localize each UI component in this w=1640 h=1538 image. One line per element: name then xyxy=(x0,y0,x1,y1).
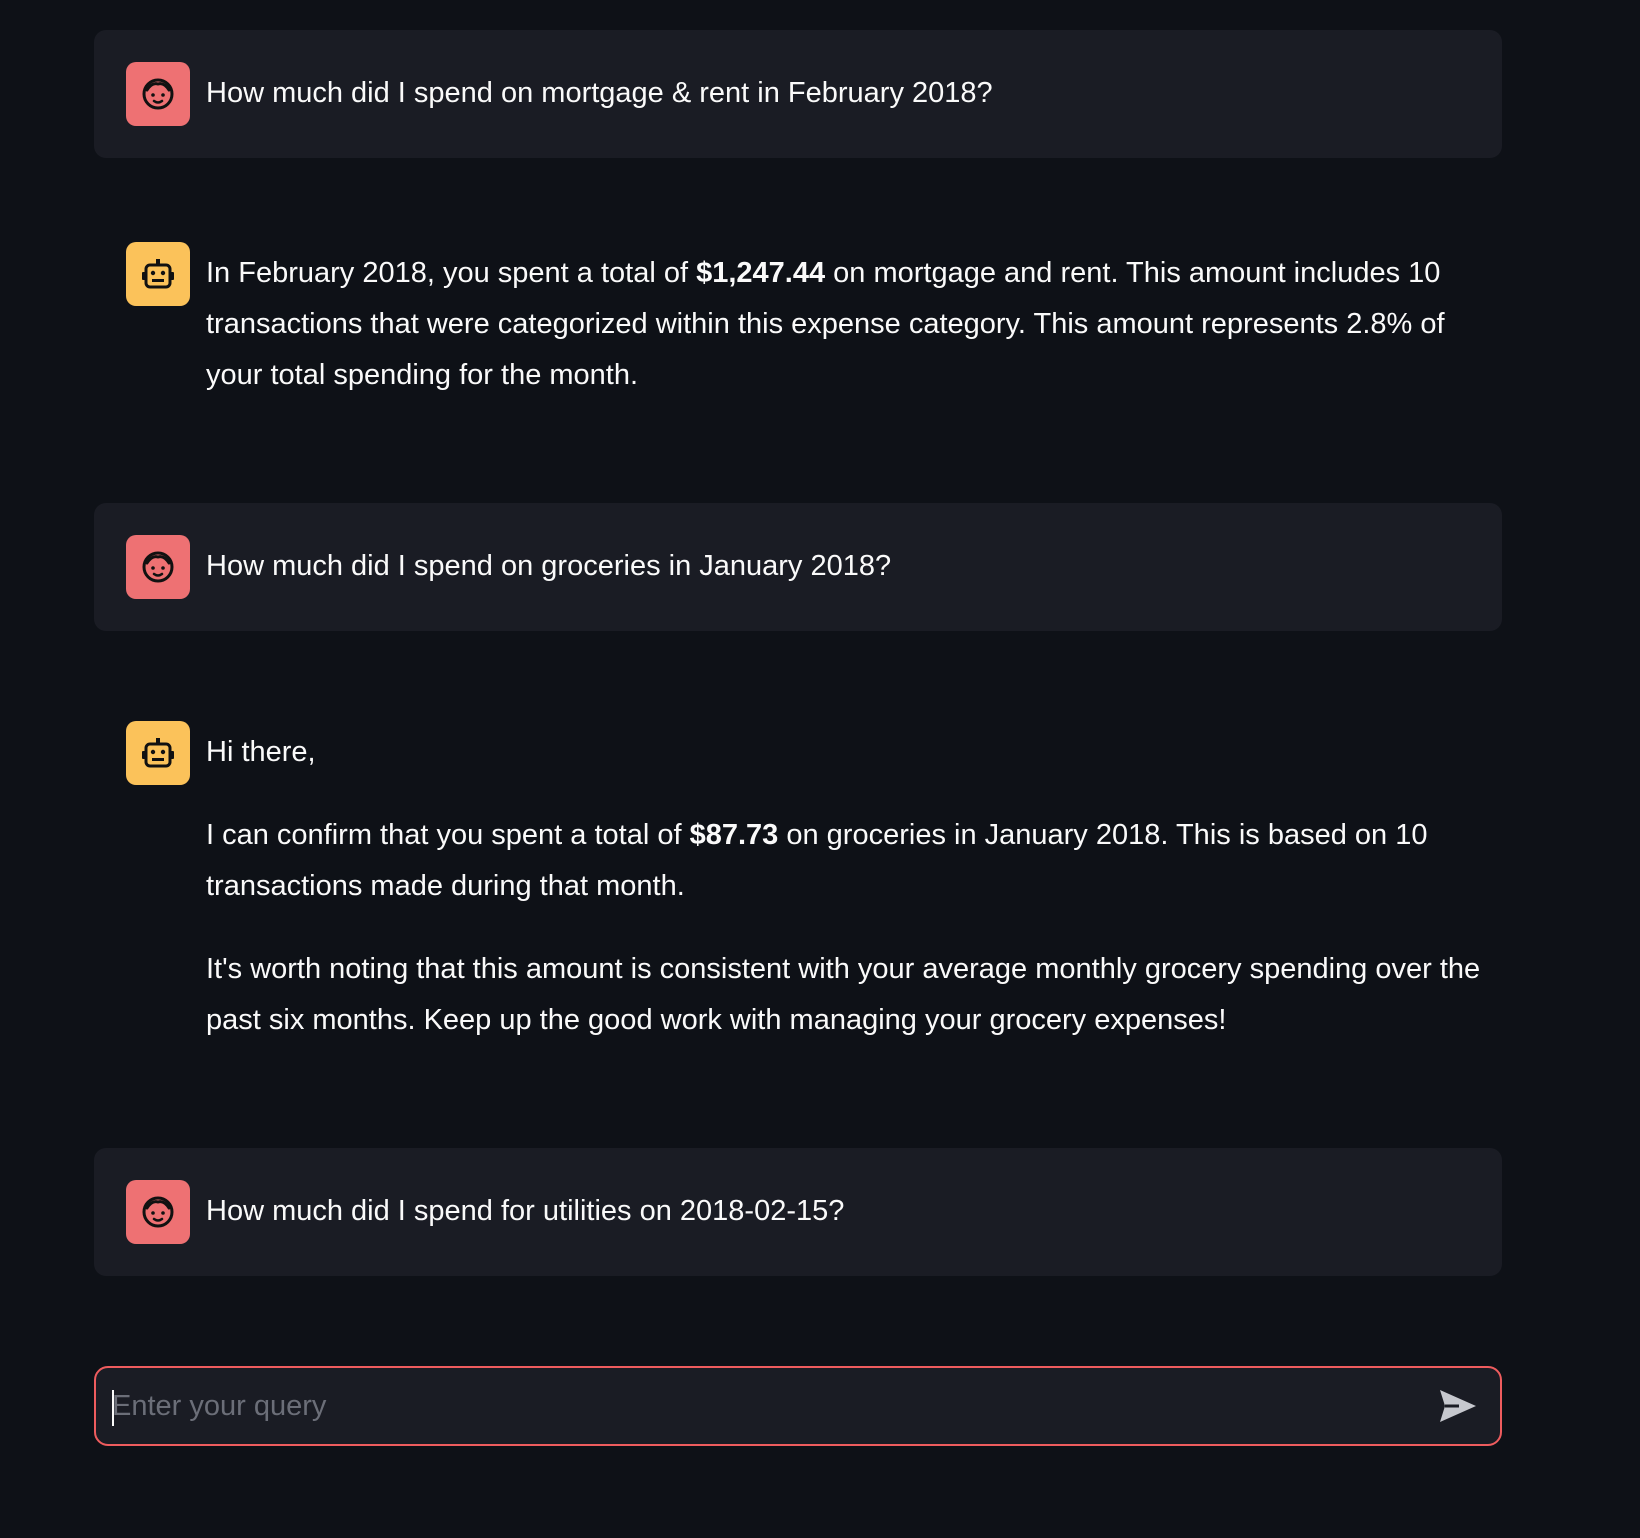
message-content: How much did I spend on mortgage & rent … xyxy=(206,62,1486,119)
message-paragraph: I can confirm that you spent a total of … xyxy=(206,810,1486,912)
assistant-avatar xyxy=(126,242,190,306)
message-text: How much did I spend on groceries in Jan… xyxy=(206,550,892,582)
user-message: How much did I spend on mortgage & rent … xyxy=(94,30,1502,158)
robot-icon xyxy=(142,738,174,768)
user-message: How much did I spend for utilities on 20… xyxy=(94,1148,1502,1276)
message-paragraph: How much did I spend on mortgage & rent … xyxy=(206,68,1486,119)
bold-amount: $87.73 xyxy=(689,819,779,851)
message-paragraph: In February 2018, you spent a total of $… xyxy=(206,248,1486,401)
message-text: How much did I spend for utilities on 20… xyxy=(206,1195,845,1227)
send-button[interactable] xyxy=(1428,1376,1488,1436)
message-paragraph: It's worth noting that this amount is co… xyxy=(206,944,1486,1046)
message-content: How much did I spend on groceries in Jan… xyxy=(206,535,1486,592)
user-avatar xyxy=(126,535,190,599)
assistant-message: Hi there, I can confirm that you spent a … xyxy=(94,689,1502,1078)
message-text: How much did I spend on mortgage & rent … xyxy=(206,77,993,109)
message-text: I can confirm that you spent a total of xyxy=(206,819,690,851)
query-input[interactable] xyxy=(96,1368,1428,1444)
message-paragraph: How much did I spend for utilities on 20… xyxy=(206,1186,1486,1237)
assistant-avatar xyxy=(126,721,190,785)
message-text: In February 2018, you spent a total of xyxy=(206,257,697,289)
message-paragraph: Hi there, xyxy=(206,727,1486,778)
chat-input-container[interactable] xyxy=(94,1366,1502,1446)
chat-message-list: How much did I spend on mortgage & rent … xyxy=(94,30,1502,1462)
user-face-icon xyxy=(142,551,174,583)
user-face-icon xyxy=(142,78,174,110)
message-paragraph: How much did I spend on groceries in Jan… xyxy=(206,541,1486,592)
user-avatar xyxy=(126,1180,190,1244)
assistant-message: In February 2018, you spent a total of $… xyxy=(94,210,1502,433)
message-content: Hi there, I can confirm that you spent a … xyxy=(206,721,1486,1046)
user-face-icon xyxy=(142,1196,174,1228)
message-text: It's worth noting that this amount is co… xyxy=(206,953,1481,1036)
message-content: In February 2018, you spent a total of $… xyxy=(206,242,1486,401)
message-content: How much did I spend for utilities on 20… xyxy=(206,1180,1486,1237)
message-text: Hi there, xyxy=(206,736,316,768)
robot-icon xyxy=(142,259,174,289)
user-message: How much did I spend on groceries in Jan… xyxy=(94,503,1502,631)
text-cursor xyxy=(112,1390,114,1426)
user-avatar xyxy=(126,62,190,126)
bold-amount: $1,247.44 xyxy=(696,257,826,289)
send-icon xyxy=(1440,1390,1476,1422)
